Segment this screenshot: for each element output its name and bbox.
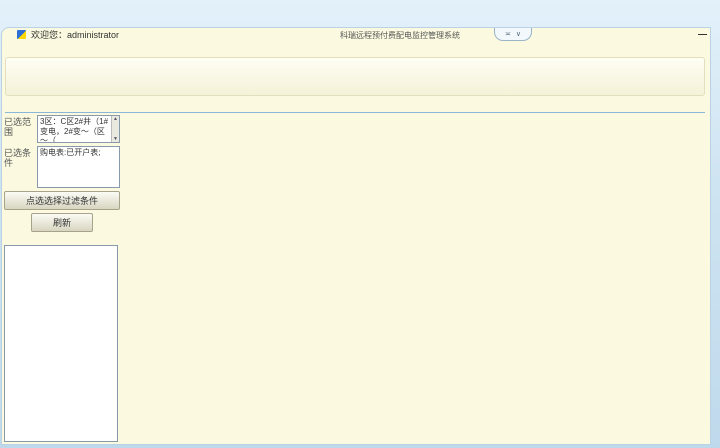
main-window: 欢迎您：administrator 科瑞远程预付费配电监控管理系统 ≍ ∨ — …: [2, 28, 710, 444]
filter-select-button[interactable]: 点选选择过滤条件: [4, 191, 120, 210]
range-scrollbar[interactable]: ▲ ▼: [111, 116, 119, 142]
menu-bar: [2, 41, 710, 57]
selected-range-box[interactable]: 3区：C区2#井（1#变电，2#变～（区～（ ▲ ▼: [37, 115, 120, 143]
selected-condition-label: 已选条件: [4, 146, 37, 188]
ribbon: [5, 57, 705, 96]
selected-range-value: 3区：C区2#井（1#变电，2#变～（区～（: [40, 117, 108, 143]
selected-condition-box[interactable]: 购电表:已开户表;: [37, 146, 120, 188]
chevron-down-icon[interactable]: ∨: [516, 30, 521, 38]
scroll-down-icon[interactable]: ▼: [113, 136, 118, 142]
ribbon-collapse-pill[interactable]: ≍ ∨: [494, 28, 532, 41]
content-area: 已选范围 3区：C区2#井（1#变电，2#变～（区～（ ▲ ▼ 已选条件 购电表…: [2, 113, 710, 444]
selected-range-label: 已选范围: [4, 115, 37, 143]
welcome-text: 欢迎您：administrator: [31, 28, 119, 41]
collapse-icon[interactable]: ≍: [505, 30, 511, 38]
selected-condition-value: 购电表:已开户表;: [40, 148, 100, 157]
document-tab-strip: [5, 97, 705, 113]
system-title: 科瑞远程预付费配电监控管理系统: [340, 30, 460, 41]
scroll-up-icon[interactable]: ▲: [113, 116, 118, 122]
minimize-button[interactable]: —: [698, 28, 707, 40]
app-logo-icon: [17, 30, 26, 39]
building-tree: [4, 245, 118, 442]
sidebar: 已选范围 3区：C区2#井（1#变电，2#变～（区～（ ▲ ▼ 已选条件 购电表…: [4, 115, 120, 442]
refresh-button[interactable]: 刷新: [31, 213, 93, 232]
title-bar: 欢迎您：administrator 科瑞远程预付费配电监控管理系统 ≍ ∨ —: [2, 28, 710, 41]
